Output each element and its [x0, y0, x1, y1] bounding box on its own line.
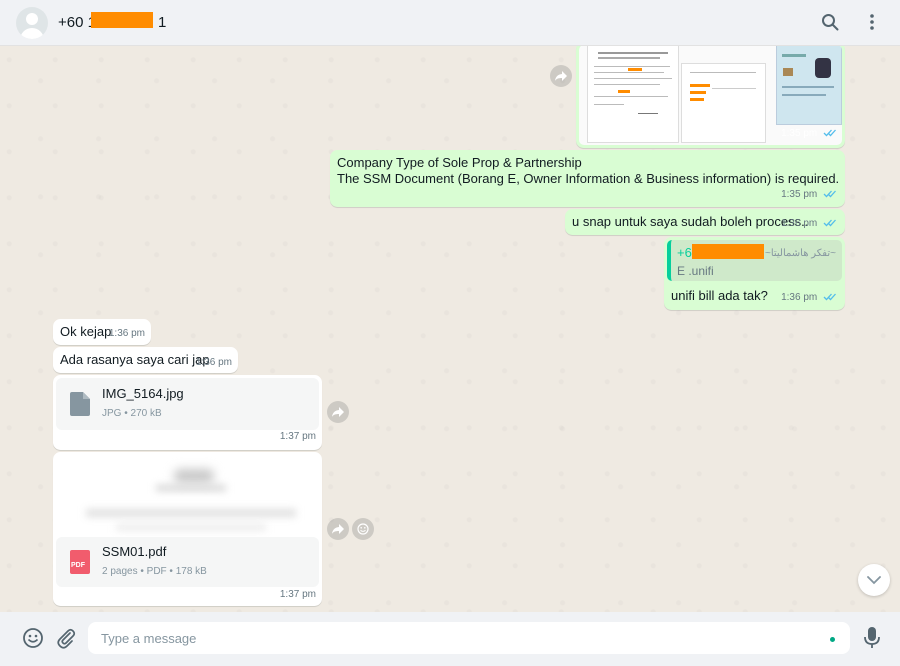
read-ticks-icon — [823, 190, 836, 198]
snap-message[interactable]: u snap untuk saya sudah boleh process.. … — [565, 209, 845, 235]
file-name: IMG_5164.jpg — [102, 386, 184, 401]
read-ticks-icon — [823, 129, 836, 137]
message-text: u snap untuk saya sudah boleh process.. — [572, 214, 809, 229]
message-line-1: Company Type of Sole Prop & Partnership — [337, 155, 582, 170]
file-meta: JPG • 270 kB — [102, 408, 162, 419]
chat-panel[interactable]: 1:35 pm Company Type of Sole Prop & Part… — [0, 46, 900, 612]
composer-bar — [0, 612, 900, 666]
quoted-sender-name: ~تفكر هاشماليتا~ — [764, 248, 836, 259]
company-type-message[interactable]: Company Type of Sole Prop & Partnership … — [330, 150, 845, 207]
file-name: SSM01.pdf — [102, 544, 167, 559]
message-timestamp: 1:36 pm — [108, 328, 145, 339]
emoji-icon[interactable] — [22, 627, 44, 649]
microphone-icon[interactable] — [862, 626, 882, 650]
file-icon — [70, 392, 90, 416]
contact-name[interactable]: +60 11 — [58, 12, 167, 31]
reply-message[interactable]: +6 ~تفكر هاشماليتا~ E .unifi unifi bill … — [664, 237, 845, 310]
file-attachment[interactable]: PDF SSM01.pdf 2 pages • PDF • 178 kB — [56, 537, 319, 587]
redaction-mark — [692, 244, 764, 259]
scroll-to-bottom-button[interactable] — [858, 564, 890, 596]
message-text: unifi bill ada tak? — [671, 288, 768, 303]
message-line-2: The SSM Document (Borang E, Owner Inform… — [337, 171, 840, 186]
image-timestamp: 1:35 pm — [781, 126, 837, 142]
message-timestamp: 1:35 pm — [781, 187, 837, 203]
read-ticks-icon — [823, 293, 836, 301]
message-timestamp: 1:36 pm — [781, 290, 837, 306]
react-emoji-icon[interactable] — [352, 518, 374, 540]
file-attachment[interactable]: IMG_5164.jpg JPG • 270 kB — [56, 378, 319, 430]
quoted-text: E .unifi — [677, 264, 714, 278]
forward-icon[interactable] — [327, 518, 349, 540]
pdf-file-message[interactable]: PDF SSM01.pdf 2 pages • PDF • 178 kB 1:3… — [53, 452, 322, 606]
ada-rasanya-message[interactable]: Ada rasanya saya cari jap 1:36 pm — [53, 347, 238, 373]
file-meta: 2 pages • PDF • 178 kB — [102, 566, 207, 577]
image-file-message[interactable]: IMG_5164.jpg JPG • 270 kB 1:37 pm — [53, 375, 322, 450]
quoted-sender: +6 — [677, 245, 692, 260]
chat-header: +60 11 — [0, 0, 900, 46]
ok-kejap-message[interactable]: Ok kejap 1:36 pm — [53, 319, 151, 345]
message-timestamp: 1:37 pm — [279, 589, 316, 600]
message-text: Ok kejap — [60, 324, 112, 339]
contact-avatar[interactable] — [16, 6, 48, 39]
attach-icon[interactable] — [55, 627, 77, 649]
quoted-message[interactable]: +6 ~تفكر هاشماليتا~ E .unifi — [667, 240, 842, 281]
read-ticks-icon — [823, 219, 836, 227]
pdf-icon: PDF — [70, 550, 90, 574]
message-timestamp: 1:36 pm — [195, 357, 232, 368]
search-icon[interactable] — [820, 12, 840, 32]
message-timestamp: 1:36 pm — [781, 216, 837, 232]
forward-icon[interactable] — [327, 401, 349, 423]
message-timestamp: 1:37 pm — [279, 431, 316, 442]
typing-indicator-dot — [830, 637, 835, 642]
message-input[interactable] — [88, 622, 850, 654]
forward-icon[interactable] — [550, 65, 572, 87]
contact-name-suffix: 1 — [157, 14, 167, 31]
chevron-down-icon — [867, 575, 881, 584]
menu-dots-icon[interactable] — [862, 12, 882, 32]
message-text: Ada rasanya saya cari jap — [60, 352, 210, 367]
pdf-preview[interactable] — [56, 455, 319, 537]
image-message[interactable]: 1:35 pm — [576, 46, 845, 148]
redaction-mark — [91, 12, 153, 28]
